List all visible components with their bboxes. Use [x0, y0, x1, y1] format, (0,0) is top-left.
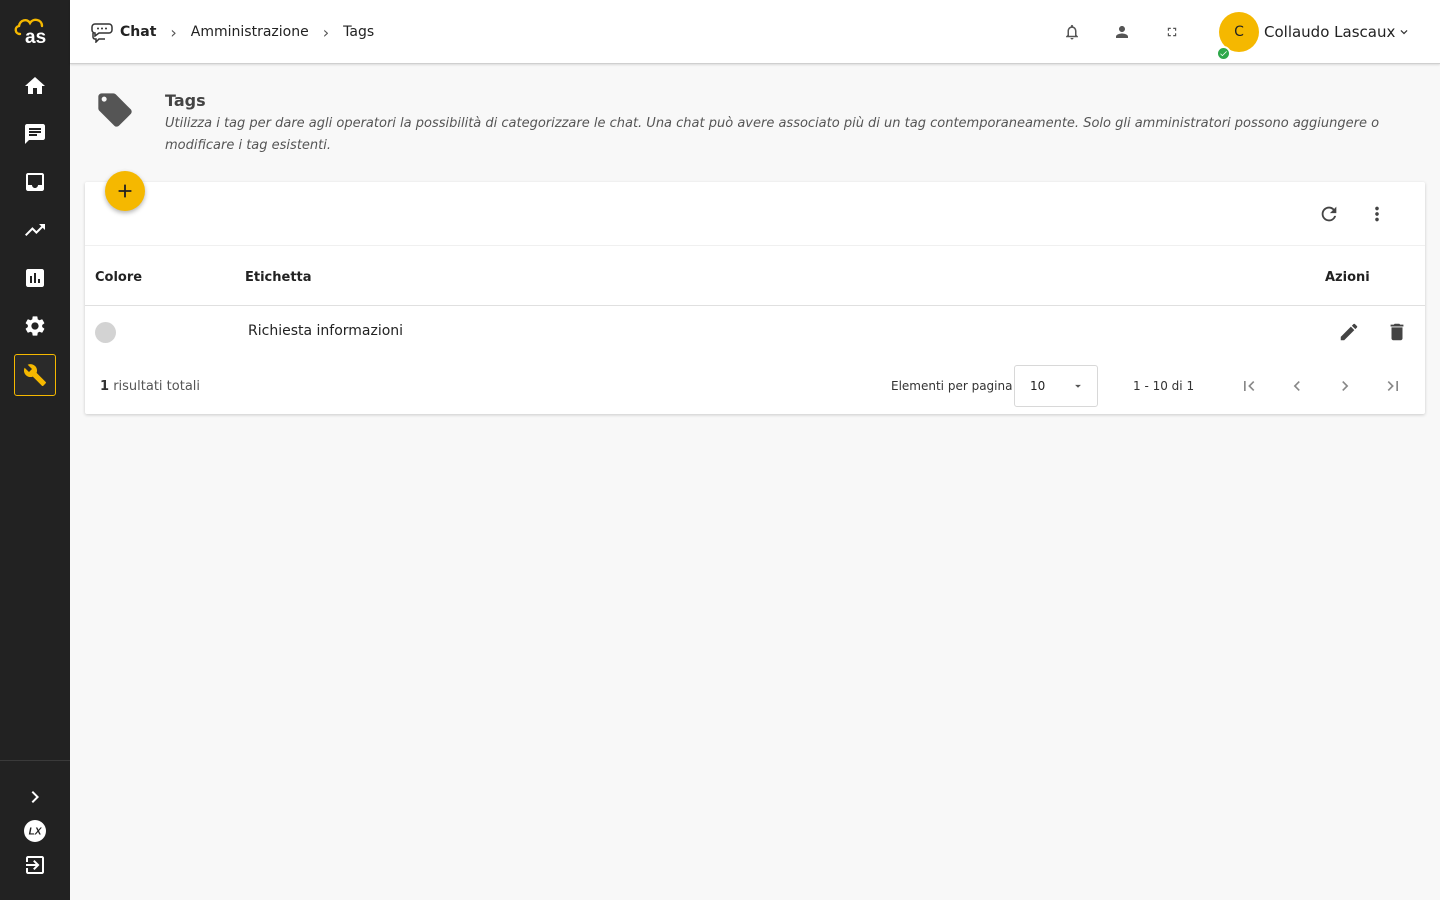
- person-icon: [1116, 26, 1128, 38]
- delete-icon: [1390, 323, 1404, 341]
- breadcrumb-label: Chat: [120, 24, 157, 40]
- sidebar-item-settings[interactable]: [14, 305, 56, 347]
- chevron-down-icon: [1400, 30, 1408, 35]
- tag-icon: [95, 90, 135, 130]
- trending-up-icon: [25, 224, 45, 236]
- profile-button[interactable]: [1110, 20, 1134, 44]
- fullscreen-icon: [1167, 27, 1177, 37]
- breadcrumb-separator-icon: ›: [170, 22, 177, 42]
- sidebar-item-chat[interactable]: [14, 113, 56, 155]
- results-count: 1: [100, 379, 110, 394]
- user-menu[interactable]: Collaudo Lascaux: [1264, 0, 1411, 64]
- results-total: 1 risultati totali: [100, 379, 200, 394]
- breadcrumb: Chat › Amministrazione › Tags: [90, 0, 374, 64]
- breadcrumb-item-tags: Tags: [343, 24, 375, 40]
- fullscreen-button[interactable]: [1160, 20, 1184, 44]
- page-description: Utilizza i tag per dare agli operatori l…: [165, 116, 1380, 153]
- table-header-divider: [85, 305, 1425, 306]
- chat-bubbles-icon: [91, 23, 113, 43]
- last-page-icon: [1387, 381, 1398, 391]
- check-icon: [1220, 51, 1227, 57]
- breadcrumb-separator-icon: ›: [322, 22, 330, 42]
- per-page-select[interactable]: 10: [1014, 365, 1098, 407]
- dropdown-arrow-icon: [1075, 384, 1081, 388]
- bar-chart-icon: [26, 269, 44, 287]
- tags-table-card: Colore Etichetta Azioni Richiesta inform…: [85, 182, 1425, 414]
- app-logo[interactable]: as: [12, 14, 58, 48]
- add-tag-button[interactable]: [105, 171, 145, 211]
- breadcrumb-item-chat[interactable]: Chat: [90, 21, 156, 43]
- page-title: Tags: [165, 91, 206, 110]
- online-status-badge: [1216, 46, 1231, 61]
- sidebar-divider: [0, 760, 70, 761]
- edit-tag-button[interactable]: [1337, 320, 1361, 344]
- page-range-label: 1 - 10 di 1: [1133, 379, 1195, 393]
- refresh-button[interactable]: [1317, 202, 1341, 226]
- last-page-button[interactable]: [1381, 374, 1405, 398]
- tag-color-swatch: [95, 322, 116, 343]
- first-page-icon: [1244, 381, 1255, 391]
- more-options-button[interactable]: [1365, 202, 1389, 226]
- per-page-label: Elementi per pagina: [891, 379, 1013, 393]
- logout-icon: [26, 856, 44, 874]
- first-page-button[interactable]: [1237, 374, 1261, 398]
- sidebar-item-reports[interactable]: [14, 257, 56, 299]
- results-suffix: risultati totali: [113, 379, 201, 394]
- column-header-etichetta: Etichetta: [245, 270, 312, 285]
- chevron-left-icon: [1293, 381, 1300, 391]
- refresh-icon: [1321, 206, 1337, 222]
- sidebar-item-home[interactable]: [14, 65, 56, 107]
- sidebar-item-inbox[interactable]: [14, 161, 56, 203]
- svg-text:as: as: [25, 27, 46, 46]
- gear-icon: [25, 316, 45, 336]
- delete-tag-button[interactable]: [1385, 320, 1409, 344]
- sidebar-item-administration[interactable]: [14, 354, 56, 396]
- top-header: Chat › Amministrazione › Tags C Collaudo…: [70, 0, 1440, 64]
- more-vertical-icon: [1375, 206, 1379, 222]
- home-icon: [25, 77, 45, 94]
- previous-page-button[interactable]: [1285, 374, 1309, 398]
- chat-icon: [25, 124, 45, 144]
- column-header-azioni: Azioni: [1325, 270, 1370, 285]
- inbox-icon: [26, 173, 44, 191]
- user-name: Collaudo Lascaux: [1264, 23, 1396, 41]
- notifications-button[interactable]: [1060, 20, 1084, 44]
- wrench-icon: [23, 364, 46, 386]
- table-toolbar: [85, 182, 1425, 246]
- chevron-right-icon: [1342, 381, 1349, 391]
- sidebar-item-trends[interactable]: [14, 209, 56, 251]
- lx-logo-icon: LX: [24, 820, 46, 842]
- breadcrumb-item-amministrazione[interactable]: Amministrazione: [191, 24, 309, 40]
- tag-label: Richiesta informazioni: [248, 323, 404, 339]
- next-page-button[interactable]: [1333, 374, 1357, 398]
- svg-text:LX: LX: [29, 827, 43, 838]
- per-page-value: 10: [1030, 379, 1046, 393]
- chevron-right-icon: [31, 791, 39, 803]
- bell-icon: [1066, 24, 1078, 40]
- sidebar: as LX: [0, 0, 70, 900]
- edit-icon: [1340, 323, 1358, 341]
- logout-button[interactable]: [14, 844, 56, 886]
- plus-icon: [118, 184, 132, 198]
- column-header-colore: Colore: [95, 270, 143, 285]
